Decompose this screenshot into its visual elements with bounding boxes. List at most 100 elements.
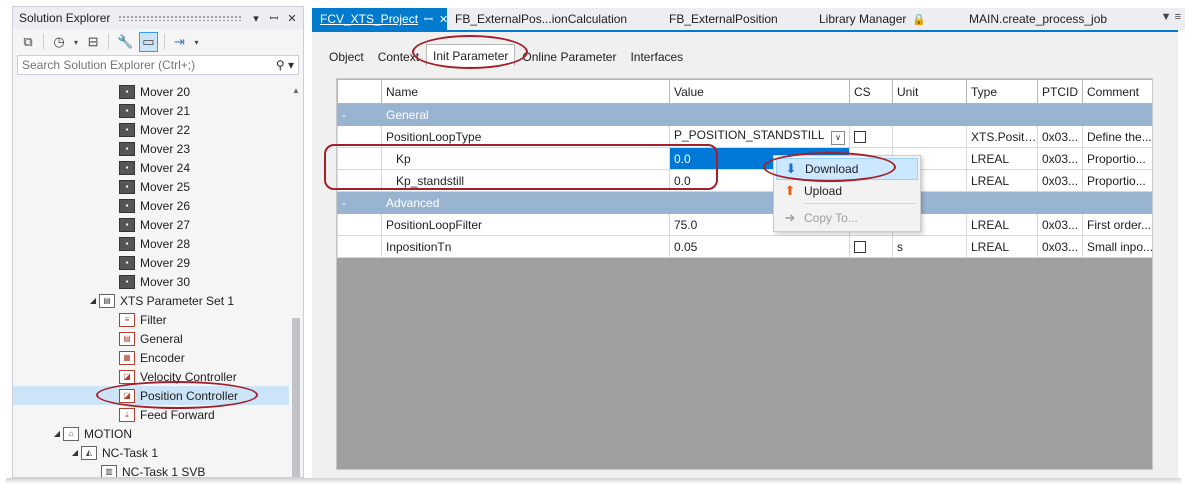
tab-label: Online Parameter	[522, 49, 617, 64]
toolbar-divider	[163, 34, 165, 50]
tree-item[interactable]: ▪ Mover 30	[13, 272, 289, 291]
window-position-dropdown-icon[interactable]: ▾	[249, 12, 263, 25]
column-header-unit[interactable]: Unit	[892, 79, 967, 104]
group-row-general[interactable]: - General	[337, 103, 1152, 126]
pin-icon[interactable]: ꟷ	[267, 11, 281, 26]
tree-item[interactable]: ◪ Position Controller	[13, 386, 289, 405]
tree-item[interactable]: ◪ Velocity Controller	[13, 367, 289, 386]
upload-icon: ⬆	[784, 183, 796, 198]
scrollbar-thumb[interactable]	[292, 318, 300, 477]
table-row[interactable]: Kp 0.0 LREAL 0x03... Proportio...	[337, 147, 1152, 170]
param-comment: Proportio...	[1082, 147, 1152, 170]
tab-label: FCV_XTS_Project	[320, 12, 419, 26]
solution-explorer-search[interactable]: ⚲ ▾	[17, 55, 299, 75]
tree-item[interactable]: ▪ Mover 29	[13, 253, 289, 272]
column-header-value[interactable]: Value	[669, 79, 850, 104]
tree-item[interactable]: ▪ Mover 28	[13, 234, 289, 253]
search-input[interactable]	[18, 58, 272, 72]
tab-list-dropdown-icon[interactable]: ▼ ≡	[1161, 11, 1181, 23]
tree-item[interactable]: ▪ Mover 22	[13, 120, 289, 139]
tree-item[interactable]: ▥ NC-Task 1 SVB	[13, 462, 289, 477]
tree-item[interactable]: ◢ ▤ XTS Parameter Set 1	[13, 291, 289, 310]
history-icon[interactable]: ◷	[50, 32, 68, 52]
tree-item[interactable]: ▪ Mover 21	[13, 101, 289, 120]
titlebar-grip[interactable]	[118, 15, 241, 21]
lock-icon: 🔒	[912, 13, 927, 26]
preview-selected-icon[interactable]: ▭	[139, 32, 158, 52]
tab-object[interactable]: Object	[322, 46, 371, 66]
table-row[interactable]: Kp_standstill 0.0 LREAL 0x03... Proporti…	[337, 169, 1152, 192]
column-header-comment[interactable]: Comment	[1082, 79, 1152, 104]
param-name: PositionLoopFilter	[381, 213, 670, 236]
properties-icon[interactable]: 🔧	[115, 32, 135, 52]
tree-item-label: Position Controller	[140, 388, 239, 403]
menu-item-copy-to[interactable]: ➜ Copy To...	[776, 207, 918, 229]
param-comment: First order...	[1082, 213, 1152, 236]
expander-icon[interactable]: ◢	[87, 296, 99, 305]
param-value[interactable]: 0.05	[669, 235, 850, 258]
tab-context[interactable]: Context	[371, 46, 426, 66]
table-row[interactable]: InpositionTn 0.05 s LREAL 0x03... Small …	[337, 235, 1152, 258]
tab-library-manager[interactable]: Library Manager 🔒	[811, 8, 961, 30]
tree-item[interactable]: ▪ Mover 24	[13, 158, 289, 177]
svb-icon: ▥	[101, 464, 117, 477]
tree-item[interactable]: ≡ Filter	[13, 310, 289, 329]
sync-dropdown-icon[interactable]: ▾	[193, 32, 201, 52]
chevron-down-icon[interactable]: ∨	[831, 131, 845, 145]
tab-fcv-xts-project[interactable]: FCV_XTS_Project ꟷ ✕	[312, 8, 448, 30]
tree-item[interactable]: ▪ Mover 23	[13, 139, 289, 158]
sync-icon[interactable]: ⇥	[171, 32, 189, 52]
param-ptcid: 0x03...	[1037, 235, 1083, 258]
cs-checkbox[interactable]	[854, 131, 866, 144]
search-icon[interactable]: ⚲ ▾	[272, 58, 298, 72]
tree-item[interactable]: ▪ Mover 20	[13, 82, 289, 101]
tree-item[interactable]: ◢ ◭ NC-Task 1	[13, 443, 289, 462]
expander-icon[interactable]: ◢	[69, 448, 81, 457]
tree-item[interactable]: ⤓ Feed Forward	[13, 405, 289, 424]
tree-item-label: Mover 21	[140, 103, 191, 118]
switch-views-icon[interactable]: ⧉	[19, 32, 37, 52]
tree-item[interactable]: ◢ ⌂ MOTION	[13, 424, 289, 443]
tab-fb-externalpos-calculation[interactable]: FB_ExternalPos...ionCalculation	[447, 8, 661, 30]
solution-explorer-title: Solution Explorer	[19, 11, 111, 25]
menu-item-download[interactable]: ⬇ Download	[776, 158, 918, 180]
table-row[interactable]: PositionLoopType P_POSITION_STANDSTILL ∨ …	[337, 125, 1152, 148]
tree-item[interactable]: ▪ Mover 27	[13, 215, 289, 234]
tree-item-label: Mover 28	[140, 236, 191, 251]
group-row-advanced[interactable]: - Advanced	[337, 191, 1152, 214]
column-header-name[interactable]: Name	[381, 79, 670, 104]
tree-item[interactable]: ▦ Encoder	[13, 348, 289, 367]
tab-label: FB_ExternalPosition	[669, 12, 778, 26]
solution-tree: ▪ Mover 20 ▪ Mover 21 ▪ Mover 22 ▪ Mover 23 ▪ Mov…	[13, 82, 289, 477]
tree-item[interactable]: ▤ General	[13, 329, 289, 348]
tab-fb-externalposition[interactable]: FB_ExternalPosition	[661, 8, 811, 30]
tab-interfaces[interactable]: Interfaces	[623, 46, 690, 66]
expander-icon[interactable]: ◢	[51, 429, 63, 438]
column-header-ptcid[interactable]: PTCID	[1037, 79, 1083, 104]
cs-checkbox[interactable]	[854, 241, 866, 254]
tree-item-label: Feed Forward	[140, 407, 215, 422]
collapse-all-icon[interactable]: ⊟	[84, 32, 102, 52]
tab-init-parameter[interactable]: Init Parameter	[426, 44, 516, 66]
tree-item[interactable]: ▪ Mover 25	[13, 177, 289, 196]
param-name: InpositionTn	[381, 235, 670, 258]
collapse-toggle[interactable]: -	[337, 103, 382, 126]
tree-item[interactable]: ▪ Mover 26	[13, 196, 289, 215]
table-row[interactable]: PositionLoopFilter 75.0 LREAL 0x03... Fi…	[337, 213, 1152, 236]
parameter-set-icon: ▤	[99, 293, 115, 308]
solution-explorer-toolbar: ⧉ ◷ ▾ ⊟ 🔧 ▭ ⇥ ▾	[13, 29, 303, 55]
scroll-up-icon[interactable]: ▲	[292, 86, 300, 95]
column-header-type[interactable]: Type	[966, 79, 1038, 104]
tree-item-label: Mover 22	[140, 122, 191, 137]
history-dropdown-icon[interactable]: ▾	[72, 32, 80, 52]
tree-scrollbar[interactable]: ▲	[289, 82, 303, 477]
close-icon[interactable]: ✕	[285, 12, 299, 25]
collapse-toggle[interactable]: -	[337, 191, 382, 214]
tab-online-parameter[interactable]: Online Parameter	[515, 46, 623, 66]
menu-item-upload[interactable]: ⬆ Upload	[776, 180, 918, 202]
menu-item-label: Copy To...	[804, 211, 858, 225]
param-value-select[interactable]: P_POSITION_STANDSTILL ∨	[669, 125, 850, 148]
tab-main-create-process-job[interactable]: MAIN.create_process_job	[961, 8, 1115, 30]
column-header-cs[interactable]: CS	[849, 79, 893, 104]
pin-tab-icon[interactable]: ꟷ	[424, 12, 433, 27]
